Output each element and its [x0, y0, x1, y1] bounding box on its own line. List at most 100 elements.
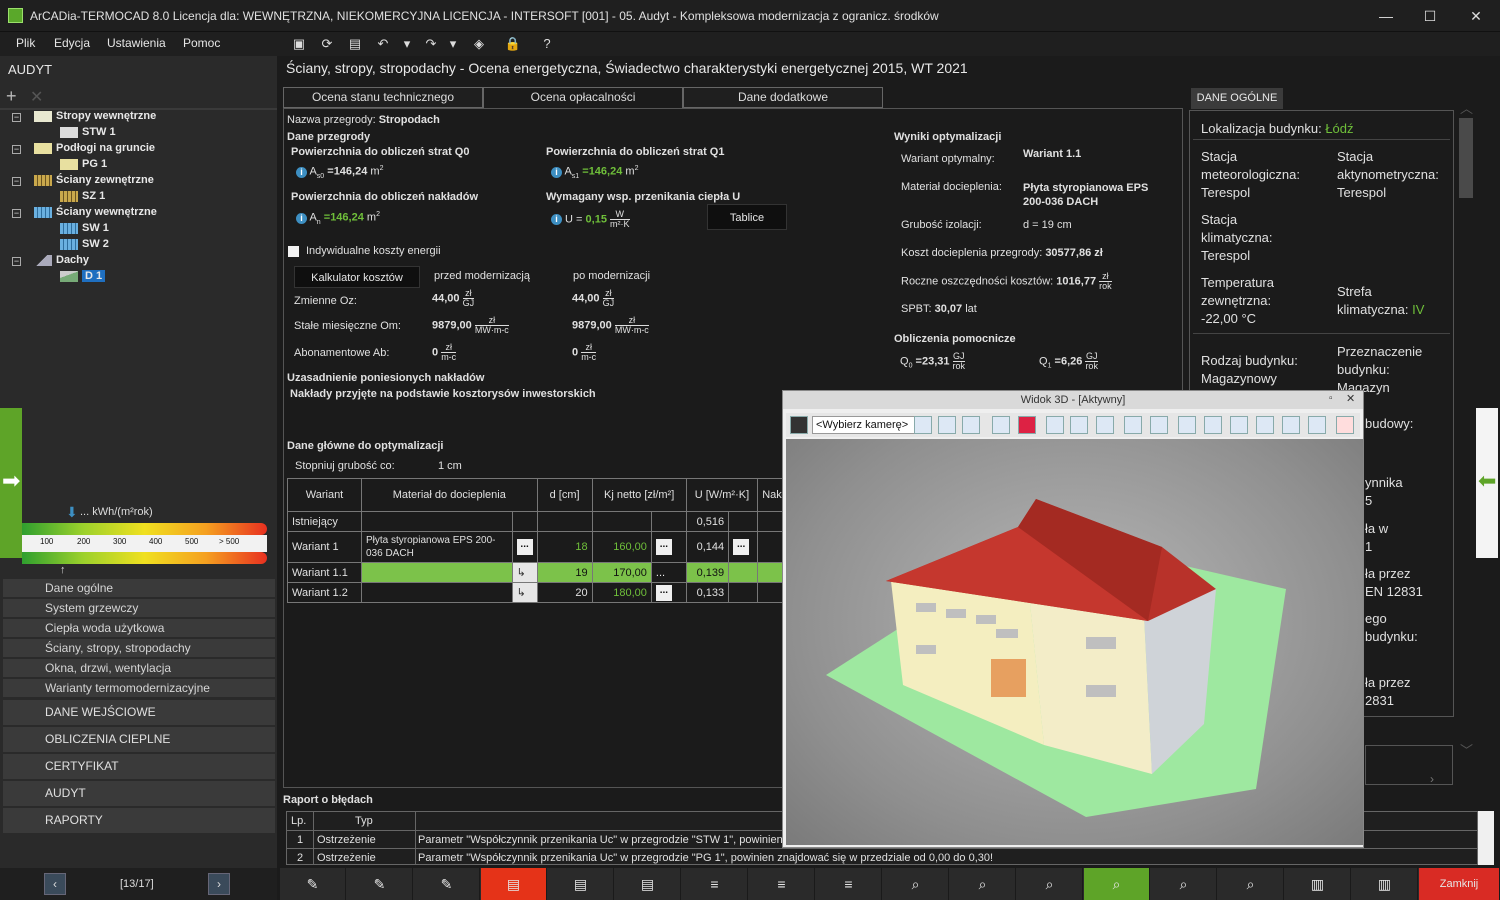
error-row-msg[interactable]: Parametr "Współczynnik przenikania Uc" w… — [418, 852, 993, 864]
table-row-selected[interactable]: Wariant 1.1 ↳ 19 170,00... 0,139 — [287, 562, 782, 583]
errors-scrollbar[interactable] — [1478, 811, 1494, 865]
om-after[interactable]: 9879,00 zł MW·m-c — [572, 316, 649, 335]
tablice-button[interactable]: Tablice — [707, 204, 787, 230]
document-icon[interactable]: ▥ — [1352, 868, 1418, 900]
restore-icon[interactable]: ▫ — [1329, 393, 1333, 404]
justification-value[interactable]: Nakłady przyjęte na podstawie kosztorysó… — [290, 388, 596, 400]
step-value[interactable]: 1 cm — [438, 460, 462, 472]
scroll-down-icon[interactable]: ﹀ — [1460, 740, 1473, 759]
list-icon[interactable]: ≡ — [816, 868, 882, 900]
undo-dropdown-icon[interactable]: ▾ — [398, 35, 416, 53]
building-icon[interactable] — [1124, 416, 1142, 434]
collapse-icon[interactable]: − — [12, 209, 21, 218]
close-icon[interactable]: ✕ — [1346, 392, 1355, 405]
nav-sciany-stropy[interactable]: Ściany, stropy, stropodachy — [3, 639, 275, 658]
preview-icon[interactable]: ⌕ — [1218, 868, 1284, 900]
menu-pomoc[interactable]: Pomoc — [183, 36, 220, 50]
error-row-type[interactable]: Ostrzeżenie — [317, 834, 376, 846]
browse-button[interactable]: ... — [516, 539, 533, 555]
table-report-icon[interactable]: ▤ — [615, 868, 681, 900]
camera-dropdown-icon[interactable] — [914, 416, 932, 434]
delete-icon[interactable]: ✕ — [30, 87, 43, 107]
collapse-icon[interactable]: − — [12, 145, 21, 154]
add-icon[interactable]: + — [6, 86, 17, 107]
report-edit-icon[interactable]: ✎ — [347, 868, 413, 900]
oz-after[interactable]: 44,00 zł GJ — [572, 289, 615, 308]
layers-icon[interactable]: ◈ — [470, 35, 488, 53]
tree-leaf-sw1[interactable]: SW 1 — [60, 222, 109, 234]
report-edit-icon[interactable]: ✎ — [414, 868, 480, 900]
zoom-extents-icon[interactable] — [962, 416, 980, 434]
preview-icon[interactable]: ⌕ — [1084, 868, 1150, 900]
error-row-type[interactable]: Ostrzeżenie — [317, 852, 376, 864]
tab-ocena-stanu[interactable]: Ocena stanu technicznego — [283, 87, 483, 108]
tree-leaf-sw2[interactable]: SW 2 — [60, 238, 109, 250]
redo-icon[interactable]: ↷ — [422, 35, 440, 53]
next-page-button[interactable]: › — [208, 873, 230, 895]
nav-obliczenia-cieplne[interactable]: OBLICZENIA CIEPLNE — [3, 727, 275, 752]
preview-icon[interactable]: ⌕ — [950, 868, 1016, 900]
chevron-right-icon[interactable]: › — [1430, 772, 1434, 786]
building-2-icon[interactable] — [1150, 416, 1168, 434]
collapse-icon[interactable]: − — [12, 177, 21, 186]
collapse-icon[interactable]: − — [12, 257, 21, 266]
camera-select[interactable]: <Wybierz kamerę> — [812, 416, 920, 434]
scroll-up-icon[interactable]: ︿ — [1460, 98, 1473, 117]
close-button[interactable]: Zamknij — [1419, 868, 1500, 900]
ab-before[interactable]: 0 zł m-c — [432, 343, 457, 362]
preview-icon[interactable]: ⌕ — [1017, 868, 1083, 900]
menu-ustawienia[interactable]: Ustawienia — [107, 36, 166, 50]
redo-dropdown-icon[interactable]: ▾ — [444, 35, 462, 53]
table-row[interactable]: Istniejący 0,516 — [287, 511, 782, 532]
menu-plik[interactable]: Plik — [16, 36, 35, 50]
browse-button[interactable]: ... — [655, 539, 672, 555]
prev-page-button[interactable]: ‹ — [44, 873, 66, 895]
view-2-icon[interactable] — [1204, 416, 1222, 434]
nav-warianty[interactable]: Warianty termomodernizacyjne — [3, 679, 275, 698]
refresh-icon[interactable]: ⟳ — [318, 35, 336, 53]
tab-ocena-oplacalnosci[interactable]: Ocena opłacalności — [483, 87, 683, 108]
error-row-lp[interactable]: 1 — [297, 834, 303, 846]
collapse-right-panel-button[interactable]: ⬅ — [1476, 408, 1498, 558]
maximize-button[interactable]: ☐ — [1410, 4, 1450, 28]
tree-node-sciany-wew[interactable]: Ściany wewnętrzne — [34, 206, 157, 218]
save-icon[interactable]: ▣ — [290, 35, 308, 53]
tab-dane-dodatkowe[interactable]: Dane dodatkowe — [683, 87, 883, 108]
close-window-button[interactable]: ✕ — [1456, 4, 1496, 28]
nav-ciepla-woda[interactable]: Ciepła woda użytkowa — [3, 619, 275, 638]
help-icon[interactable]: ? — [538, 35, 556, 53]
render-icon[interactable] — [992, 416, 1010, 434]
walk-icon[interactable] — [1096, 416, 1114, 434]
wall-icon[interactable] — [1018, 416, 1036, 434]
tree-node-dachy[interactable]: Dachy — [34, 254, 89, 266]
individual-costs-checkbox[interactable] — [288, 246, 299, 257]
browse-button[interactable]: ... — [733, 539, 750, 555]
nav-okna-drzwi[interactable]: Okna, drzwi, wentylacja — [3, 659, 275, 678]
tree-node-stropy[interactable]: Stropy wewnętrzne — [34, 110, 156, 122]
zoom-window-icon[interactable] — [938, 416, 956, 434]
3d-2-icon[interactable] — [1308, 416, 1326, 434]
list-icon[interactable]: ≡ — [682, 868, 748, 900]
camera-icon[interactable] — [790, 416, 808, 434]
nav-system-grzewczy[interactable]: System grzewczy — [3, 599, 275, 618]
table-row[interactable]: Wariant 1.2 ↳ 20 180,00... 0,133 — [287, 582, 782, 603]
browse-button[interactable]: ... — [655, 584, 672, 601]
om-before[interactable]: 9879,00 zł MW·m-c — [432, 316, 509, 335]
3d-icon[interactable] — [1282, 416, 1300, 434]
report-edit-icon[interactable]: ✎ — [280, 868, 346, 900]
table-report-icon[interactable]: ▤ — [548, 868, 614, 900]
tab-dane-ogolne[interactable]: DANE OGÓLNE — [1191, 88, 1283, 109]
ab-after[interactable]: 0 zł m-c — [572, 343, 597, 362]
nav-raporty[interactable]: RAPORTY — [3, 808, 275, 833]
error-row-msg[interactable]: Parametr "Współczynnik przenikania Uc" w… — [418, 834, 797, 846]
tree-leaf-stw1[interactable]: STW 1 — [60, 126, 116, 138]
scrollbar-thumb[interactable] — [1459, 118, 1473, 198]
list-icon[interactable]: ≡ — [749, 868, 815, 900]
undo-icon[interactable]: ↶ — [374, 35, 392, 53]
fly-icon[interactable] — [1070, 416, 1088, 434]
nav-audyt[interactable]: AUDYT — [3, 781, 275, 806]
collapse-left-panel-button[interactable]: ➡ — [0, 408, 22, 558]
palette-icon[interactable] — [1256, 416, 1274, 434]
view-icon[interactable] — [1178, 416, 1196, 434]
menu-edycja[interactable]: Edycja — [54, 36, 90, 50]
